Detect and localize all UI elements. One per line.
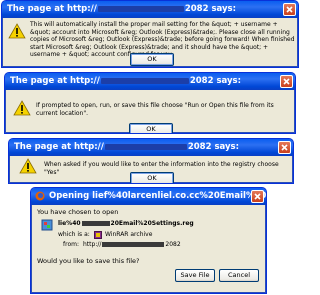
dialog-title-suffix: 2082 says: xyxy=(184,4,236,14)
file-download-dialog: Opening lief%40larcenliel.co.cc%20Email%… xyxy=(30,187,267,294)
dialog-title-suffix: 2082 says: xyxy=(189,76,241,86)
dialog-titlebar[interactable]: The page at http:// 2082 says: xyxy=(9,139,293,156)
from-label: from: xyxy=(63,241,79,248)
ok-button[interactable]: OK xyxy=(130,53,174,66)
file-name: lie%40 20Email%20Settings.reg xyxy=(58,220,194,227)
save-question: Would you like to save this file? xyxy=(37,257,140,265)
save-file-button[interactable]: Save File xyxy=(175,269,215,282)
alert-dialog-1: The page at http://2082 says: This will … xyxy=(1,0,299,68)
close-button[interactable] xyxy=(280,75,293,88)
dialog-message: If prompted to open, run, or save this f… xyxy=(36,102,274,117)
redacted-host xyxy=(100,77,189,84)
source-url: http:// 2082 xyxy=(83,241,181,248)
file-type: WinRAR archive xyxy=(105,231,153,238)
warning-icon xyxy=(19,158,37,174)
dialog-titlebar[interactable]: The page at http:// 2082 says: xyxy=(5,73,295,90)
dialog-title: Opening lief%40larcenliel.co.cc%20Email%… xyxy=(49,191,267,201)
alert-dialog-2: The page at http:// 2082 says: If prompte… xyxy=(4,72,296,134)
dialog-titlebar[interactable]: The page at http:// 2082 says: xyxy=(2,1,298,18)
redacted-host xyxy=(97,5,184,12)
file-name-end: 20Email%20Settings.reg xyxy=(110,220,194,227)
close-icon xyxy=(283,78,290,85)
dialog-title-prefix: The page at http:// xyxy=(14,142,104,152)
cancel-button[interactable]: Cancel xyxy=(219,269,259,282)
ok-button[interactable]: OK xyxy=(129,123,173,133)
dialog-title-prefix: The page at http:// xyxy=(10,76,100,86)
close-button[interactable] xyxy=(251,190,264,203)
warning-icon xyxy=(8,23,26,39)
registry-file-icon xyxy=(41,219,53,231)
warning-icon xyxy=(13,100,31,116)
alert-dialog-3: The page at http://2082 says: When asked… xyxy=(8,138,294,184)
close-icon xyxy=(286,6,293,13)
dialog-title-prefix: The page at http:// xyxy=(7,4,97,14)
dialog-titlebar[interactable]: Opening lief%40larcenliel.co.cc%20Email%… xyxy=(31,188,266,205)
close-button[interactable] xyxy=(283,3,296,16)
close-icon xyxy=(254,193,261,200)
redacted-host xyxy=(102,242,165,247)
source-url-suffix: 2082 xyxy=(165,241,181,248)
winrar-icon xyxy=(94,231,102,239)
firefox-icon xyxy=(35,191,45,201)
file-name-start: lie%40 xyxy=(58,220,81,227)
intro-text: You have chosen to open xyxy=(37,208,119,216)
ok-button[interactable]: OK xyxy=(130,172,174,183)
redacted-host xyxy=(81,221,110,226)
which-is-label: which is a: xyxy=(58,231,90,238)
close-button[interactable] xyxy=(278,141,291,154)
source-url-prefix: http:// xyxy=(83,241,102,248)
dialog-title-suffix: 2082 says: xyxy=(187,142,239,152)
close-icon xyxy=(281,144,288,151)
redacted-host xyxy=(104,143,187,150)
